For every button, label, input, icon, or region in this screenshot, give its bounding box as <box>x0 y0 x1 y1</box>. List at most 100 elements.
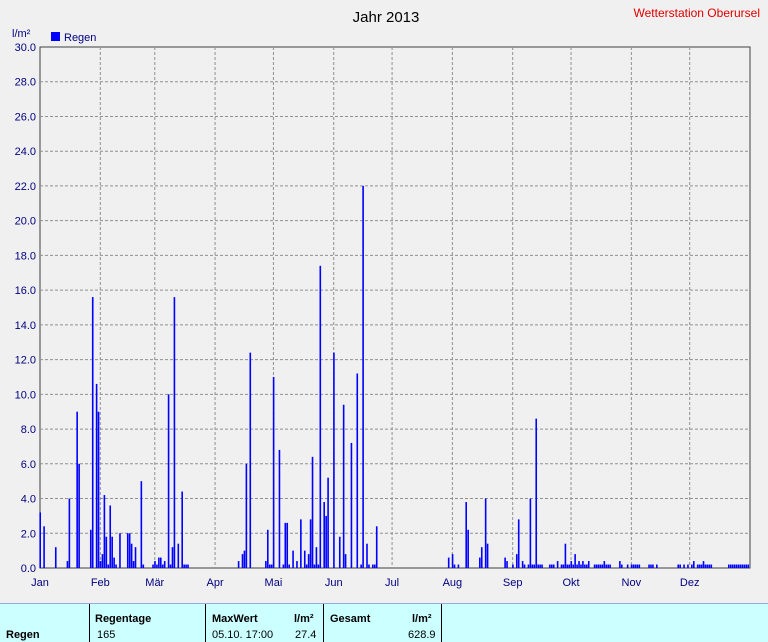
gesamt-header: Gesamt <box>330 613 371 625</box>
gesamt-unit: l/m² <box>412 613 432 625</box>
rain-bar <box>562 564 565 568</box>
rain-bar <box>241 554 244 568</box>
rain-bar <box>626 564 629 568</box>
rain-bar <box>731 564 734 568</box>
rain-bar <box>550 564 553 568</box>
rain-bar <box>687 564 689 568</box>
rain-bar <box>126 533 129 568</box>
rain-bar <box>278 449 281 568</box>
rain-bar <box>89 529 92 568</box>
rain-bar <box>504 557 506 568</box>
rain-bar <box>636 564 639 568</box>
rain-bar <box>161 564 164 568</box>
rain-bar <box>315 547 318 568</box>
rain-bar <box>648 564 650 568</box>
rain-bar <box>356 373 359 568</box>
rain-bar <box>576 564 578 568</box>
rain-bar <box>453 564 456 568</box>
x-axis-ticks: Jan Feb Mär Apr Mai Jun Jul Aug Sep Okt Nov Dez <box>31 577 699 589</box>
y-axis-unit: l/m² <box>12 28 31 40</box>
rain-bar <box>506 561 508 568</box>
rain-bar <box>650 564 652 568</box>
rain-bar <box>54 547 57 568</box>
rain-bar <box>480 547 483 568</box>
x-tick-label: Dez <box>680 577 700 589</box>
rain-bar <box>119 533 121 568</box>
maxwert-time: 05.10. 17:00 <box>212 629 274 641</box>
regentage-value: 165 <box>97 629 116 641</box>
rain-bar <box>185 564 187 568</box>
rain-bar <box>288 564 290 568</box>
rain-bar <box>566 564 569 568</box>
rain-bar <box>249 352 252 568</box>
rain-bar <box>698 564 701 568</box>
rain-bar <box>702 561 705 568</box>
rain-bar <box>183 564 185 568</box>
rain-bar <box>692 561 695 568</box>
rain-bar <box>66 561 69 568</box>
rain-bar <box>580 564 582 568</box>
rain-bar <box>307 554 310 568</box>
x-tick-label: Okt <box>562 577 579 589</box>
rain-bar <box>467 529 469 568</box>
rain-bar <box>39 512 41 568</box>
rain-bar <box>317 564 320 568</box>
rain-bar <box>607 564 609 568</box>
rain-bar <box>266 529 269 568</box>
legend-label: Regen <box>64 32 96 44</box>
rain-bar <box>163 561 166 568</box>
rain-bar <box>708 564 711 568</box>
y-tick-label: 30.0 <box>15 42 36 54</box>
rain-bar <box>586 564 588 568</box>
rain-bar <box>158 557 160 568</box>
rain-bar <box>368 564 370 568</box>
rain-bar <box>282 564 285 568</box>
rain-bar <box>729 564 732 568</box>
rain-bar <box>313 564 316 568</box>
rain-bar <box>76 411 78 568</box>
rain-bar <box>372 564 374 568</box>
rain-bar <box>728 564 730 568</box>
rain-bar <box>311 456 314 568</box>
rain-bar <box>745 564 748 568</box>
x-tick-label: Feb <box>91 577 110 589</box>
maxwert-unit: l/m² <box>294 613 314 625</box>
rain-bar <box>743 564 746 568</box>
rain-bar <box>531 564 534 568</box>
rain-bar <box>572 564 574 568</box>
rain-bar <box>362 185 364 568</box>
rain-bar <box>167 394 170 568</box>
rain-bar <box>95 383 98 568</box>
rain-bar <box>43 526 45 568</box>
rain-bar <box>533 564 536 568</box>
rain-bar <box>574 554 576 568</box>
rain-bar <box>245 463 248 568</box>
regentage-header: Regentage <box>95 613 152 625</box>
rain-bar <box>171 547 174 568</box>
x-tick-label: Jun <box>325 577 343 589</box>
rain-bar <box>632 564 635 568</box>
rain-bar <box>333 352 335 568</box>
rain-bar <box>638 564 641 568</box>
rain-bar <box>630 564 633 568</box>
rain-bar <box>134 547 137 568</box>
y-tick-label: 24.0 <box>15 146 36 158</box>
statistics-table: Regen Regentage 165 MaxWert l/m² 05.10. … <box>0 603 768 642</box>
rain-bar <box>556 561 559 568</box>
rain-bar <box>181 491 183 568</box>
column-divider <box>89 604 90 642</box>
rain-bar <box>325 515 327 568</box>
column-divider <box>441 604 442 642</box>
rain-bar <box>568 564 571 568</box>
rain-bar <box>512 564 514 568</box>
rain-bar <box>270 564 273 568</box>
rain-bar <box>237 561 240 568</box>
maxwert-value: 27.4 <box>295 629 317 641</box>
y-tick-label: 18.0 <box>15 250 36 262</box>
rain-bar <box>447 557 450 568</box>
rain-bar <box>109 505 112 568</box>
y-tick-label: 0.0 <box>21 563 36 575</box>
y-tick-label: 14.0 <box>15 320 36 332</box>
rain-bar <box>140 481 143 568</box>
column-divider <box>205 604 206 642</box>
